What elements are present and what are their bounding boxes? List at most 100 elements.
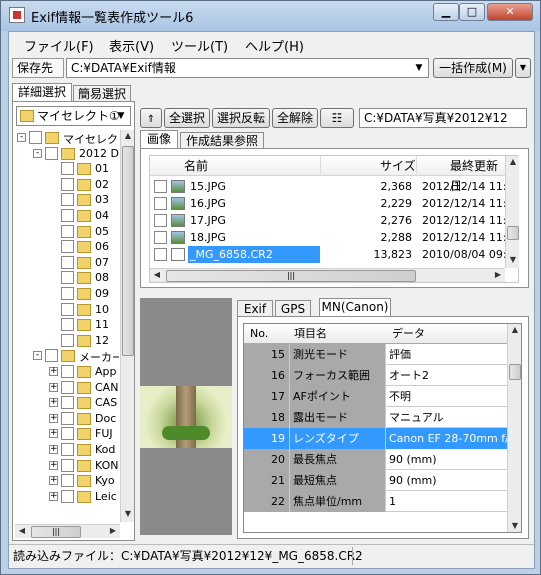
- tree-checkbox[interactable]: [61, 380, 74, 394]
- save-path-combo[interactable]: C:¥DATA¥Exif情報 ▼: [66, 58, 429, 78]
- tree-checkbox[interactable]: [61, 443, 74, 456]
- scroll-thumb[interactable]: [507, 226, 519, 240]
- scroll-down-icon[interactable]: ▼: [121, 508, 135, 522]
- tree-maker[interactable]: - メーカー: [15, 348, 119, 364]
- batch-create-dropdown[interactable]: ▼: [515, 58, 531, 78]
- menu-tools[interactable]: ツール(T): [171, 36, 228, 55]
- tree-maker-item[interactable]: + Kod: [15, 442, 119, 458]
- scroll-down-icon[interactable]: ▼: [508, 520, 521, 532]
- tree-checkbox[interactable]: [61, 411, 74, 425]
- collapse-icon[interactable]: -: [17, 133, 26, 142]
- exif-row[interactable]: 18 露出モード マニュアル: [244, 407, 507, 428]
- tab-detail-select[interactable]: 詳細選択: [12, 83, 72, 101]
- tree-month[interactable]: 09: [15, 286, 119, 302]
- maximize-button[interactable]: □: [459, 3, 485, 21]
- folder-path-field[interactable]: C:¥DATA¥写真¥2012¥12: [359, 108, 527, 128]
- tree-checkbox[interactable]: [61, 162, 74, 176]
- tree-month[interactable]: 07: [15, 255, 119, 271]
- tree-checkbox[interactable]: [45, 146, 58, 160]
- scroll-up-icon[interactable]: ▲: [506, 156, 520, 170]
- tree-checkbox[interactable]: [61, 193, 74, 207]
- collapse-icon[interactable]: -: [33, 148, 42, 158]
- invert-selection-button[interactable]: 選択反転: [212, 108, 270, 128]
- expand-icon[interactable]: +: [49, 367, 58, 376]
- exif-row[interactable]: 15 測光モード 評価: [244, 344, 507, 365]
- file-row[interactable]: 16.JPG 2,229 2012/12/14 11:2: [150, 195, 514, 212]
- tree-month[interactable]: 06: [15, 239, 119, 255]
- close-button[interactable]: ✕: [487, 3, 533, 21]
- scroll-thumb[interactable]: [122, 146, 134, 356]
- batch-create-button[interactable]: 一括作成(M): [433, 58, 513, 78]
- scroll-right-icon[interactable]: ▶: [491, 269, 505, 283]
- tree-root[interactable]: - マイセレクト(: [15, 130, 119, 146]
- file-checkbox[interactable]: [154, 214, 167, 227]
- file-row[interactable]: 15.JPG 2,368 2012/12/14 11:2: [150, 178, 514, 195]
- exif-row[interactable]: 20 最長焦点 90 (mm): [244, 449, 507, 470]
- tree-checkbox[interactable]: [61, 427, 74, 441]
- tree-maker-item[interactable]: + Doc: [15, 411, 119, 427]
- collapse-icon[interactable]: -: [33, 351, 42, 361]
- expand-icon[interactable]: +: [49, 398, 58, 408]
- tree-checkbox[interactable]: [61, 474, 74, 488]
- tree-checkbox[interactable]: [61, 271, 74, 285]
- menu-help[interactable]: ヘルプ(H): [245, 36, 304, 55]
- scroll-down-icon[interactable]: ▼: [506, 254, 520, 268]
- tree-month[interactable]: 05: [15, 224, 119, 240]
- minimize-button[interactable]: ▁: [433, 3, 459, 21]
- tree-checkbox[interactable]: [61, 333, 74, 347]
- tree-checkbox[interactable]: [61, 287, 74, 300]
- select-all-button[interactable]: 全選択: [164, 108, 210, 128]
- tab-gps[interactable]: GPS: [275, 300, 311, 316]
- exif-row[interactable]: 19 レンズタイプ Canon EF 28-70mm f/: [244, 428, 507, 449]
- tree-maker-item[interactable]: + Leic: [15, 489, 119, 505]
- tree-maker-item[interactable]: + CAN: [15, 380, 119, 396]
- tree-checkbox[interactable]: [61, 365, 74, 378]
- exif-row[interactable]: 22 焦点単位/mm 1: [244, 491, 507, 512]
- col-item[interactable]: 項目名: [294, 324, 327, 344]
- tree-month[interactable]: 03: [15, 192, 119, 208]
- exif-vscroll[interactable]: ▲ ▼: [507, 324, 521, 532]
- tab-images[interactable]: 画像: [140, 130, 178, 148]
- file-row[interactable]: 17.JPG 2,276 2012/12/14 11:2: [150, 212, 514, 229]
- tree-checkbox[interactable]: [61, 224, 74, 238]
- file-checkbox[interactable]: [154, 180, 167, 193]
- tree-maker-item[interactable]: + CAS: [15, 395, 119, 411]
- tree-checkbox[interactable]: [61, 318, 74, 332]
- tab-makernote-canon[interactable]: MN(Canon): [319, 298, 391, 316]
- tree-checkbox[interactable]: [61, 209, 74, 222]
- tree-checkbox[interactable]: [61, 240, 74, 254]
- file-row[interactable]: 18.JPG 2,288 2012/12/14 11:2: [150, 229, 514, 246]
- file-list-vscroll[interactable]: ▲ ▼: [505, 156, 519, 268]
- tree-checkbox[interactable]: [61, 177, 74, 191]
- tree-checkbox[interactable]: [45, 349, 58, 363]
- expand-icon[interactable]: +: [49, 491, 58, 501]
- expand-icon[interactable]: +: [49, 476, 58, 486]
- scroll-up-icon[interactable]: ▲: [121, 130, 135, 144]
- col-name[interactable]: 名前: [184, 156, 208, 176]
- tree-checkbox[interactable]: [61, 396, 74, 410]
- tree-month[interactable]: 04: [15, 208, 119, 224]
- tree-maker-item[interactable]: + App: [15, 364, 119, 380]
- file-row[interactable]: _MG_6858.CR2 13,823 2010/08/04 09:2: [150, 246, 514, 263]
- tree-maker-item[interactable]: + Kyo: [15, 473, 119, 489]
- tree-month[interactable]: 08: [15, 270, 119, 286]
- tree-vscroll[interactable]: ▲ ▼: [120, 130, 134, 522]
- col-data[interactable]: データ: [392, 324, 425, 344]
- tree-checkbox[interactable]: [61, 489, 74, 503]
- exif-row[interactable]: 16 フォーカス範囲 オート2: [244, 365, 507, 386]
- tree-month[interactable]: 01: [15, 161, 119, 177]
- scroll-left-icon[interactable]: ◀: [150, 269, 164, 283]
- expand-icon[interactable]: +: [49, 429, 58, 439]
- tree-maker-item[interactable]: + FUJ: [15, 426, 119, 442]
- expand-icon[interactable]: +: [49, 413, 58, 423]
- tree-month[interactable]: 10: [15, 302, 119, 318]
- tree-month[interactable]: 02: [15, 177, 119, 193]
- tree-checkbox[interactable]: [29, 131, 42, 144]
- myselect-combo[interactable]: マイセレクト① ▼: [16, 106, 131, 126]
- scroll-left-icon[interactable]: ◀: [15, 525, 29, 539]
- exif-row[interactable]: 21 最短焦点 90 (mm): [244, 470, 507, 491]
- file-checkbox[interactable]: [154, 248, 167, 261]
- file-list-hscroll[interactable]: ◀ ||| ▶: [150, 268, 505, 282]
- menu-view[interactable]: 表示(V): [109, 36, 154, 55]
- tree-month[interactable]: 12: [15, 333, 119, 349]
